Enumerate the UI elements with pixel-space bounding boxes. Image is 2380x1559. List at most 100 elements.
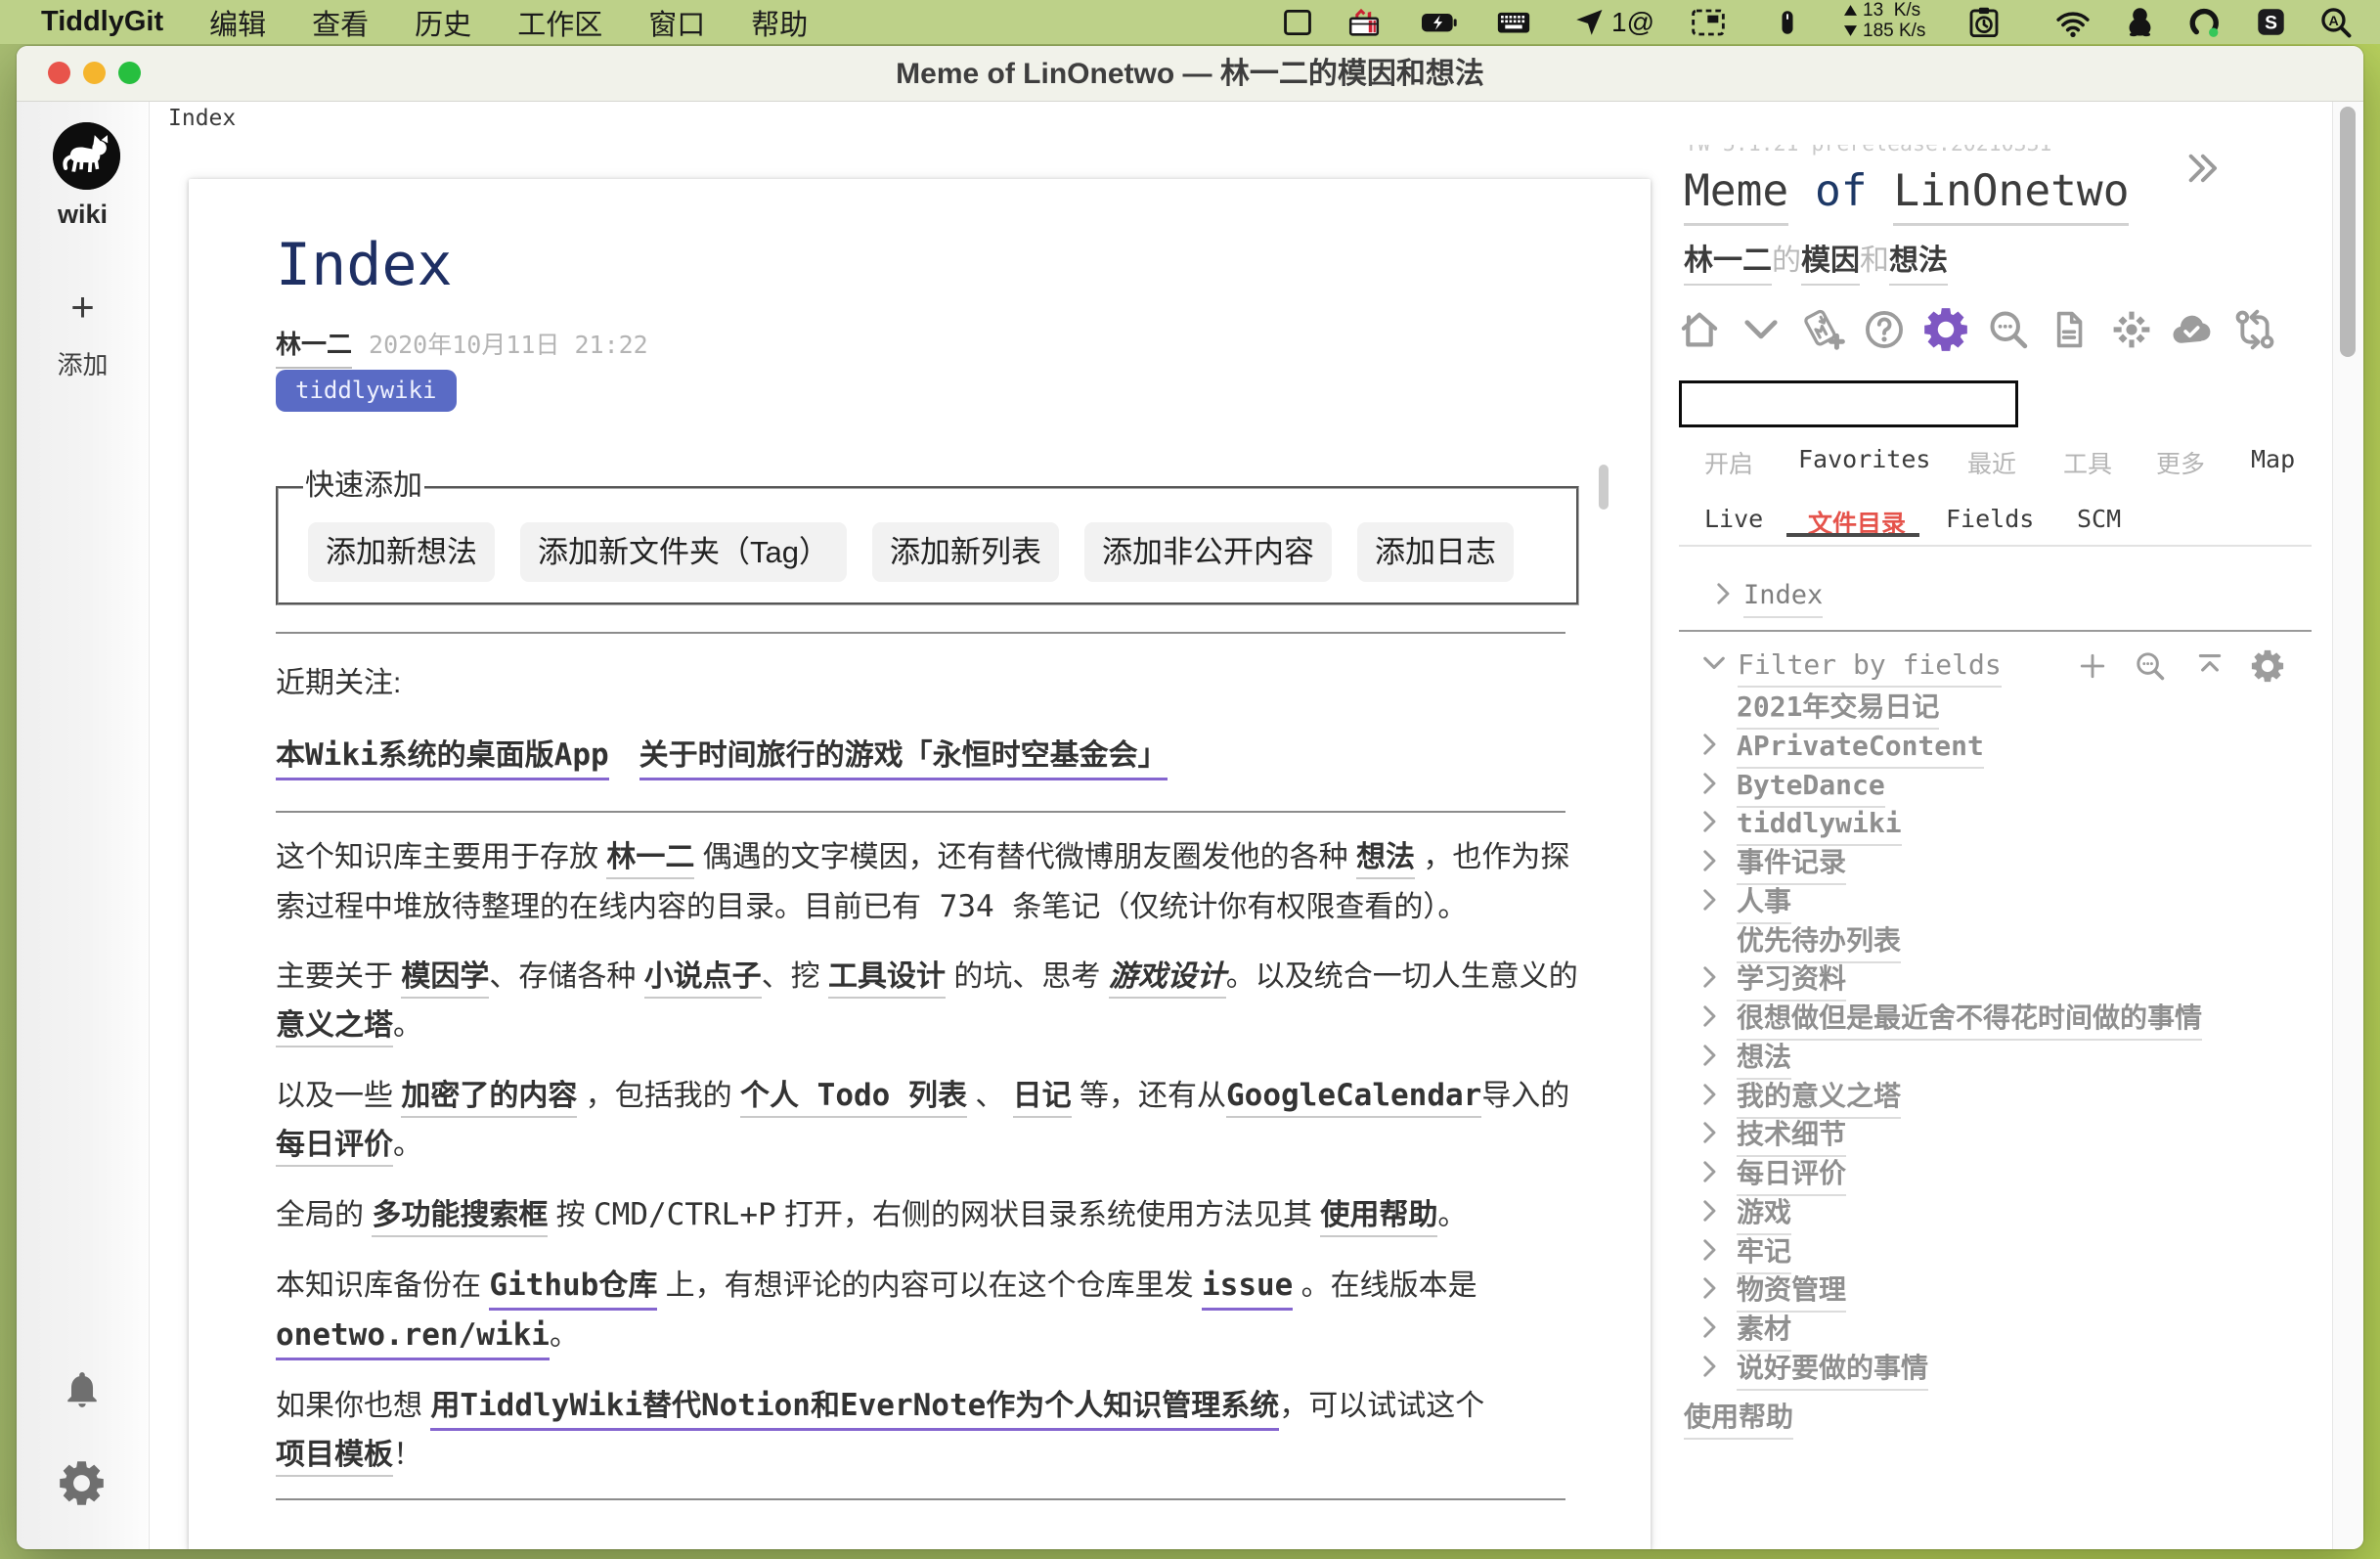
wiki-link[interactable]: 小说点子 bbox=[644, 960, 762, 999]
toolbox-icon[interactable] bbox=[1346, 0, 1382, 44]
wiki-link[interactable]: 林一二 bbox=[1684, 245, 1772, 286]
chevron-right-icon[interactable] bbox=[1695, 807, 1724, 836]
sidebar-tab[interactable]: SCM bbox=[2077, 505, 2121, 533]
story-scrollbar-thumb[interactable] bbox=[1599, 465, 1609, 510]
screen-capture-icon[interactable] bbox=[1689, 0, 1728, 44]
new-markdown-icon[interactable] bbox=[1801, 307, 1846, 352]
sidebar-tab[interactable]: Live bbox=[1704, 505, 1763, 533]
tree-item-index[interactable]: Index bbox=[1665, 580, 2330, 619]
home-icon[interactable] bbox=[1677, 307, 1722, 352]
collapse-to-top-icon[interactable] bbox=[2193, 649, 2226, 683]
wiki-title-word[interactable]: Meme bbox=[1684, 166, 1788, 226]
sidebar-tab[interactable]: Favorites bbox=[1798, 445, 1930, 473]
wiki-link[interactable]: 用 bbox=[430, 1390, 460, 1431]
wiki-link[interactable]: 作为个人知识管理系统 bbox=[986, 1390, 1279, 1431]
chevron-down-icon[interactable] bbox=[1739, 307, 1784, 352]
sidebar-tab[interactable]: 更多 bbox=[2156, 445, 2205, 480]
tag-pill[interactable]: tiddlywiki bbox=[276, 370, 457, 412]
chevron-right-icon[interactable] bbox=[1695, 769, 1724, 798]
wiki-link[interactable]: 想法 bbox=[1889, 245, 1948, 286]
add-tiddler-plus-icon[interactable] bbox=[2076, 649, 2109, 683]
wiki-title-word[interactable]: of bbox=[1815, 166, 1868, 216]
chevron-right-icon[interactable] bbox=[1695, 1080, 1724, 1109]
git-sync-icon[interactable] bbox=[2232, 307, 2277, 352]
chevron-right-icon[interactable] bbox=[1695, 1235, 1724, 1265]
wiki-link[interactable]: 模因学 bbox=[401, 960, 489, 999]
quick-add-button[interactable]: 添加新文件夹（Tag） bbox=[520, 522, 847, 582]
sidebar-tab[interactable]: 开启 bbox=[1704, 445, 1753, 480]
chevron-right-icon[interactable] bbox=[1695, 1002, 1724, 1031]
chevron-right-icon[interactable] bbox=[1695, 1352, 1724, 1381]
tree-item[interactable]: tiddlywiki bbox=[1665, 808, 2330, 847]
tree-item[interactable]: 游戏 bbox=[1665, 1197, 2330, 1236]
theme-palette-icon[interactable] bbox=[2109, 307, 2154, 352]
tree-item[interactable]: 每日评价 bbox=[1665, 1158, 2330, 1197]
wiki-link[interactable]: 个人 bbox=[740, 1080, 799, 1118]
sidebar-tab[interactable]: Map bbox=[2251, 445, 2295, 473]
clipboard-history-icon[interactable] bbox=[1965, 0, 2003, 44]
battery-charging-icon[interactable] bbox=[1419, 0, 1458, 44]
wifi-icon[interactable] bbox=[2054, 0, 2092, 44]
wiki-link[interactable]: 加密了的内容 bbox=[401, 1080, 577, 1118]
notifications-bell-icon[interactable] bbox=[62, 1369, 103, 1410]
advanced-search-icon[interactable] bbox=[1986, 307, 2031, 352]
wiki-link[interactable]: 列表 bbox=[908, 1080, 967, 1118]
chevron-right-icon[interactable] bbox=[1695, 1196, 1724, 1225]
chevron-right-icon[interactable] bbox=[1695, 1157, 1724, 1186]
chevron-right-icon[interactable] bbox=[1695, 730, 1724, 759]
chevron-right-icon[interactable] bbox=[1695, 1041, 1724, 1070]
penguin-icon[interactable] bbox=[2123, 0, 2157, 44]
keyboard-icon[interactable] bbox=[1495, 0, 1532, 44]
wiki-link[interactable]: 意义之塔 bbox=[276, 1009, 393, 1047]
tree-item[interactable]: 物资管理 bbox=[1665, 1274, 2330, 1314]
s-badge-icon[interactable]: S bbox=[2255, 0, 2287, 44]
chevron-right-icon[interactable] bbox=[1695, 1313, 1724, 1342]
tree-item[interactable]: ByteDance bbox=[1665, 770, 2330, 809]
wiki-link[interactable]: 日记 bbox=[1013, 1080, 1072, 1118]
add-workspace-plus-icon[interactable]: + bbox=[17, 284, 149, 331]
quick-add-button[interactable]: 添加日志 bbox=[1357, 522, 1514, 582]
tree-item[interactable]: 事件记录 bbox=[1665, 847, 2330, 886]
wiki-link[interactable]: 每日评价 bbox=[276, 1129, 393, 1167]
wiki-link[interactable]: 本 bbox=[276, 739, 305, 780]
quick-add-button[interactable]: 添加新列表 bbox=[872, 522, 1059, 582]
sidebar-scrollbar-track[interactable] bbox=[2332, 102, 2363, 1549]
wiki-link[interactable]: 系统的桌面版 bbox=[378, 739, 554, 780]
wiki-link[interactable]: onetwo.ren/wiki bbox=[276, 1317, 550, 1360]
search-input[interactable] bbox=[1682, 383, 2015, 424]
wiki-link[interactable]: Wiki bbox=[305, 737, 378, 780]
chevron-right-icon[interactable] bbox=[1695, 962, 1724, 992]
wiki-link[interactable]: Github bbox=[489, 1268, 598, 1311]
tree-item[interactable]: 素材 bbox=[1665, 1314, 2330, 1353]
wiki-link[interactable]: 林一二 bbox=[606, 841, 694, 879]
search-zoom-icon[interactable] bbox=[2134, 649, 2167, 683]
tree-item[interactable]: 牢记 bbox=[1665, 1236, 2330, 1275]
spotlight-icon[interactable]: A bbox=[2318, 0, 2354, 44]
tree-item[interactable]: 技术细节 bbox=[1665, 1119, 2330, 1158]
wiki-link[interactable]: 和 bbox=[811, 1390, 840, 1431]
chevron-right-icon[interactable] bbox=[1695, 1273, 1724, 1303]
preferences-gear-icon[interactable] bbox=[59, 1460, 105, 1506]
tree-item[interactable]: 优先待办列表 bbox=[1665, 925, 2330, 964]
tree-settings-gear-icon[interactable] bbox=[2251, 649, 2284, 683]
wiki-link[interactable]: 仓库 bbox=[598, 1269, 657, 1311]
wiki-link[interactable]: 想法 bbox=[1356, 841, 1415, 879]
filter-by-fields-row[interactable]: Filter by fields bbox=[1665, 649, 2330, 689]
input-source-icon[interactable]: 1@ bbox=[1572, 0, 1654, 44]
quick-add-button[interactable]: 添加非公开内容 bbox=[1084, 522, 1332, 582]
wiki-link[interactable]: 替代 bbox=[642, 1390, 701, 1431]
settings-gear-icon[interactable] bbox=[1923, 307, 1968, 352]
wiki-link[interactable]: Todo bbox=[799, 1078, 908, 1118]
chevron-right-icon[interactable] bbox=[1695, 1118, 1724, 1147]
chevron-down-icon[interactable] bbox=[1699, 648, 1729, 678]
chevron-right-icon[interactable] bbox=[1708, 579, 1738, 608]
display-icon[interactable] bbox=[1281, 0, 1314, 44]
tree-item[interactable]: 想法 bbox=[1665, 1042, 2330, 1081]
sidebar-tab[interactable]: Fields bbox=[1946, 505, 2034, 533]
document-icon[interactable] bbox=[2047, 307, 2092, 352]
wiki-link[interactable]: App bbox=[554, 737, 609, 780]
wiki-link[interactable]: 项目模板 bbox=[276, 1439, 393, 1477]
chevron-right-icon[interactable] bbox=[1695, 846, 1724, 875]
add-workspace-label[interactable]: 添加 bbox=[17, 345, 149, 381]
workspace-avatar[interactable] bbox=[53, 122, 120, 190]
